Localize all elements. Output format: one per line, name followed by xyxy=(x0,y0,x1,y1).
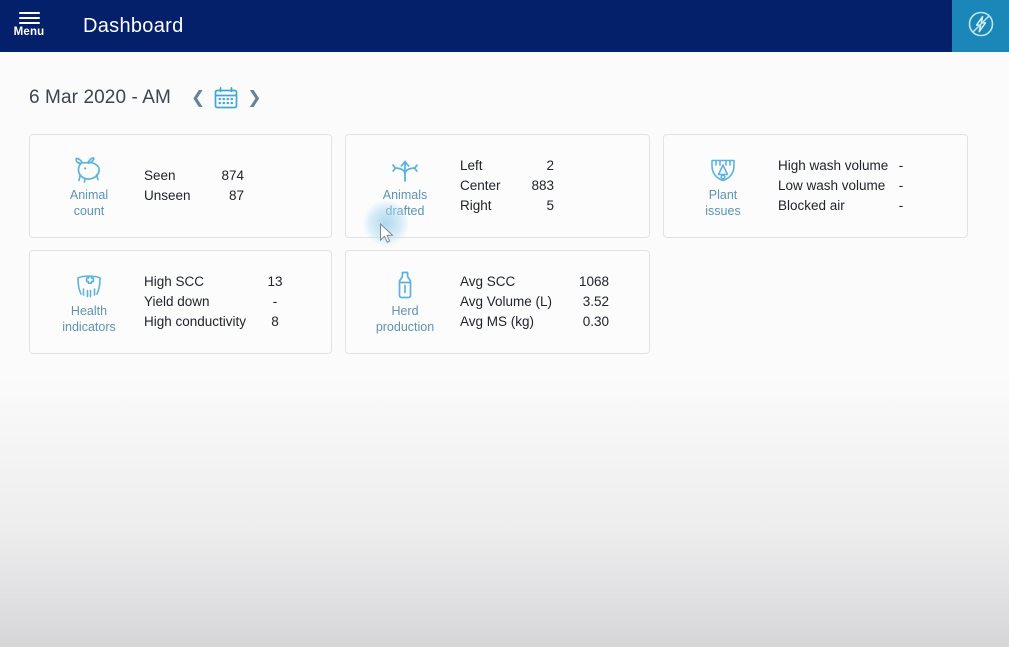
stat-value: 87 xyxy=(228,188,244,203)
milk-bottle-icon xyxy=(393,270,417,300)
card-plant-issues[interactable]: Plant issues High wash volume - Low wash… xyxy=(663,134,968,238)
lightning-bolt-circle-icon xyxy=(966,9,996,44)
card-title-line1: Animal xyxy=(69,187,109,202)
header-spacer xyxy=(184,0,952,52)
stat-row: Avg Volume (L) 3.52 xyxy=(460,292,609,312)
card-icon-block: Health indicators xyxy=(50,270,128,335)
stat-name: Unseen xyxy=(144,188,191,203)
stat-name: Left xyxy=(460,158,483,173)
card-title-line1: Health xyxy=(70,303,108,318)
card-icon-block: Herd production xyxy=(366,270,444,335)
stat-value: - xyxy=(272,294,278,309)
stat-row: Avg MS (kg) 0.30 xyxy=(460,312,609,332)
card-title-line1: Animals xyxy=(382,187,428,202)
card-stats: High wash volume - Low wash volume - Blo… xyxy=(778,156,911,216)
stat-name: High conductivity xyxy=(144,314,247,329)
stat-row: Blocked air - xyxy=(778,196,911,216)
stat-row: Right 5 xyxy=(460,196,554,216)
card-icon-block: Animals drafted xyxy=(366,154,444,219)
drafting-arrows-icon xyxy=(390,154,420,184)
stat-value: - xyxy=(898,158,904,173)
stat-row: Unseen 87 xyxy=(144,186,244,206)
stat-name: Low wash volume xyxy=(778,178,886,193)
card-health-indicators[interactable]: Health indicators High SCC 13 Yield down… xyxy=(29,250,332,354)
calendar-icon[interactable] xyxy=(211,86,241,110)
stat-value: 883 xyxy=(531,178,554,193)
card-title-line2: indicators xyxy=(62,319,116,334)
stat-row: Left 2 xyxy=(460,156,554,176)
card-stats: Seen 874 Unseen 87 xyxy=(144,166,244,206)
stat-name: Avg MS (kg) xyxy=(460,314,535,329)
stat-value: 0.30 xyxy=(582,314,609,329)
stat-value: 13 xyxy=(267,274,283,289)
card-animals-drafted[interactable]: Animals drafted Left 2 Center 883 Right … xyxy=(345,134,650,238)
card-title-line1: Plant xyxy=(708,187,738,202)
stat-value: 5 xyxy=(546,198,554,213)
cow-icon xyxy=(72,154,106,184)
card-title-line1: Herd xyxy=(391,303,419,318)
stat-name: Avg SCC xyxy=(460,274,516,289)
stat-name: Blocked air xyxy=(778,198,845,213)
menu-button[interactable]: Menu xyxy=(0,0,58,52)
card-row-2: Health indicators High SCC 13 Yield down… xyxy=(29,250,969,354)
stat-row: High conductivity 8 xyxy=(144,312,286,332)
stat-row: Seen 874 xyxy=(144,166,244,186)
stat-name: Center xyxy=(460,178,501,193)
milking-cluster-icon xyxy=(708,154,738,184)
stat-name: Right xyxy=(460,198,492,213)
card-title-line2: count xyxy=(73,203,105,218)
stat-value: 2 xyxy=(546,158,554,173)
stat-value: 3.52 xyxy=(582,294,609,309)
chevron-right-icon[interactable]: ❯ xyxy=(241,88,267,109)
stat-row: High SCC 13 xyxy=(144,272,286,292)
hamburger-icon xyxy=(18,12,40,24)
menu-button-label: Menu xyxy=(13,26,45,38)
stat-value: 1068 xyxy=(578,274,609,289)
card-stats: Left 2 Center 883 Right 5 xyxy=(460,156,554,216)
page-title: Dashboard xyxy=(83,14,184,37)
stat-row: Center 883 xyxy=(460,176,554,196)
selected-date-label: 6 Mar 2020 - AM xyxy=(29,87,171,108)
stat-name: Avg Volume (L) xyxy=(460,294,553,309)
stat-row: Low wash volume - xyxy=(778,176,911,196)
stat-name: Seen xyxy=(144,168,176,183)
card-title-line2: issues xyxy=(705,203,741,218)
stat-value: 8 xyxy=(271,314,279,329)
stat-value: 874 xyxy=(221,168,244,183)
stat-value: - xyxy=(898,178,904,193)
stat-name: Yield down xyxy=(144,294,210,309)
stat-name: High SCC xyxy=(144,274,205,289)
stat-name: High wash volume xyxy=(778,158,889,173)
card-icon-block: Plant issues xyxy=(684,154,762,219)
chevron-left-icon[interactable]: ❮ xyxy=(185,88,211,109)
stat-row: Yield down - xyxy=(144,292,286,312)
card-row-1: Animal count Seen 874 Unseen 87 Animals … xyxy=(29,134,969,238)
dashboard-cards-area: Animal count Seen 874 Unseen 87 Animals … xyxy=(29,134,969,366)
card-herd-production[interactable]: Herd production Avg SCC 1068 Avg Volume … xyxy=(345,250,650,354)
date-navigation-bar: 6 Mar 2020 - AM ❮ ❯ xyxy=(29,86,267,110)
stat-row: Avg SCC 1068 xyxy=(460,272,609,292)
stat-row: High wash volume - xyxy=(778,156,911,176)
card-title-line2: drafted xyxy=(385,203,425,218)
stat-value: - xyxy=(898,198,904,213)
udder-health-cross-icon xyxy=(73,270,105,300)
card-animal-count[interactable]: Animal count Seen 874 Unseen 87 xyxy=(29,134,332,238)
card-icon-block: Animal count xyxy=(50,154,128,219)
card-stats: Avg SCC 1068 Avg Volume (L) 3.52 Avg MS … xyxy=(460,272,609,332)
app-header: Menu Dashboard xyxy=(0,0,1009,52)
card-title-line2: production xyxy=(375,319,435,334)
card-stats: High SCC 13 Yield down - High conductivi… xyxy=(144,272,286,332)
power-button[interactable] xyxy=(952,0,1009,52)
